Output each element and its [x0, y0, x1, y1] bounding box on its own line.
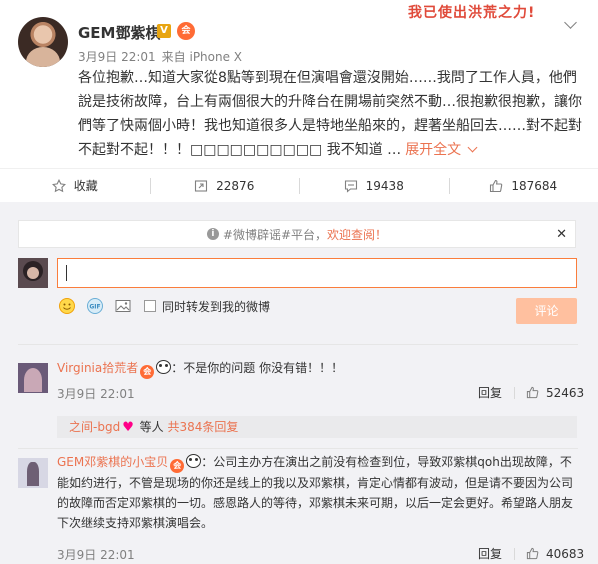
- thumbs-up-icon[interactable]: [526, 547, 539, 560]
- comment-time: 3月9日 22:01: [57, 387, 135, 401]
- member-badge-icon: 会: [140, 365, 155, 379]
- composer-tools: GIF 同时转发到我的微博: [58, 297, 270, 315]
- heart-icon: ♥: [122, 420, 134, 435]
- reply-middle-text: 等人: [135, 420, 168, 434]
- favorite-button[interactable]: 收藏: [0, 169, 150, 202]
- repost-button[interactable]: 22876: [149, 169, 300, 202]
- info-icon: i: [206, 228, 219, 240]
- commenter-avatar[interactable]: [18, 363, 48, 393]
- comment-input[interactable]: [57, 258, 577, 288]
- banner-text: 我已使出洪荒之力!: [408, 5, 536, 21]
- like-button[interactable]: 187684: [448, 169, 598, 202]
- favorite-label: 收藏: [73, 179, 98, 193]
- comment-text: Virginia拾荒者会 ：不是你的问题 你没有错！！！: [57, 358, 577, 379]
- member-badge-icon: 会: [170, 459, 185, 473]
- repost-icon: [195, 179, 208, 192]
- separator: [514, 547, 516, 560]
- weibo-post-card: 我已使出洪荒之力! GEM鄧紫棋 V 会 3月9日 22:01 来自 iPhone…: [0, 0, 598, 564]
- post-text: 各位抱歉…知道大家從8點等到現在但演唱會還沒開始……我問了工作人員，他們說是技術…: [78, 70, 582, 158]
- current-user-avatar[interactable]: [18, 258, 48, 288]
- expand-full-text-link[interactable]: 展开全文: [405, 142, 476, 158]
- thumbs-up-icon: [490, 179, 503, 192]
- commenter-avatar[interactable]: [18, 458, 48, 488]
- notice-text: #微博辟谣#平台，: [222, 227, 328, 242]
- emoji-icon[interactable]: [58, 297, 76, 315]
- comment-count: 19438: [365, 178, 404, 193]
- panda-icon: [156, 360, 172, 374]
- comment-body: ：不是你的问题 你没有错！！！: [171, 361, 344, 375]
- comment-section: i #微博辟谣#平台， 欢迎查阅！ ✕ GIF 同时转发到我的微博 评论 Virg…: [0, 202, 598, 564]
- panda-icon: [186, 454, 202, 468]
- chevron-down-icon[interactable]: [564, 16, 577, 29]
- image-icon[interactable]: [114, 297, 132, 315]
- comment-icon: [344, 179, 357, 193]
- submit-comment-button[interactable]: 评论: [516, 298, 577, 324]
- reply-button[interactable]: 回复: [478, 384, 502, 401]
- rumor-notice-bar: i #微博辟谣#平台， 欢迎查阅！ ✕: [18, 220, 576, 248]
- post-time[interactable]: 3月9日 22:01: [78, 50, 156, 64]
- separator: [514, 386, 516, 399]
- post-meta: 3月9日 22:01 来自 iPhone X: [78, 48, 242, 65]
- post-action-bar: 收藏 22876 19438 187684: [0, 168, 598, 202]
- svg-text:GIF: GIF: [89, 304, 100, 311]
- repost-checkbox-label[interactable]: 同时转发到我的微博: [162, 298, 270, 315]
- comment-actions: 回复 40683: [478, 545, 584, 562]
- commenter-name[interactable]: Virginia拾荒者: [57, 361, 138, 375]
- post-body: 各位抱歉…知道大家從8點等到現在但演唱會還沒開始……我問了工作人員，他們說是技術…: [78, 66, 584, 162]
- divider: [18, 448, 578, 449]
- comment-like-count: 40683: [546, 546, 585, 561]
- like-count: 187684: [511, 178, 558, 193]
- member-badge-icon[interactable]: 会: [177, 22, 195, 40]
- comment-time: 3月9日 22:01: [57, 548, 135, 562]
- author-avatar[interactable]: [18, 17, 68, 67]
- author-username[interactable]: GEM鄧紫棋: [78, 22, 161, 43]
- reply-summary[interactable]: 之间-bgd ♥ 等人 共384条回复: [57, 416, 577, 438]
- star-icon: [51, 178, 66, 192]
- commenter-name[interactable]: GEM邓紫棋的小宝贝: [57, 455, 168, 469]
- comment-button[interactable]: 19438: [299, 169, 449, 202]
- reply-count-link[interactable]: 共384条回复: [167, 420, 238, 434]
- text-cursor: [66, 265, 67, 281]
- close-icon[interactable]: ✕: [556, 227, 567, 242]
- repost-checkbox[interactable]: [144, 300, 156, 312]
- reply-user[interactable]: 之间-bgd: [69, 420, 120, 434]
- comment-actions: 回复 52463: [478, 384, 584, 401]
- reply-button[interactable]: 回复: [478, 545, 502, 562]
- comment-like-count: 52463: [546, 385, 585, 400]
- verified-badge-icon: V: [157, 24, 171, 38]
- divider: [18, 344, 578, 345]
- comment-text: GEM邓紫棋的小宝贝会：公司主办方在演出之前没有检查到位，导致邓紫棋qoh出现故…: [57, 452, 577, 533]
- notice-link[interactable]: 欢迎查阅！: [327, 226, 387, 243]
- post-source: 来自 iPhone X: [161, 50, 243, 64]
- repost-count: 22876: [216, 178, 255, 193]
- gif-icon[interactable]: GIF: [86, 297, 104, 315]
- thumbs-up-icon[interactable]: [526, 386, 539, 399]
